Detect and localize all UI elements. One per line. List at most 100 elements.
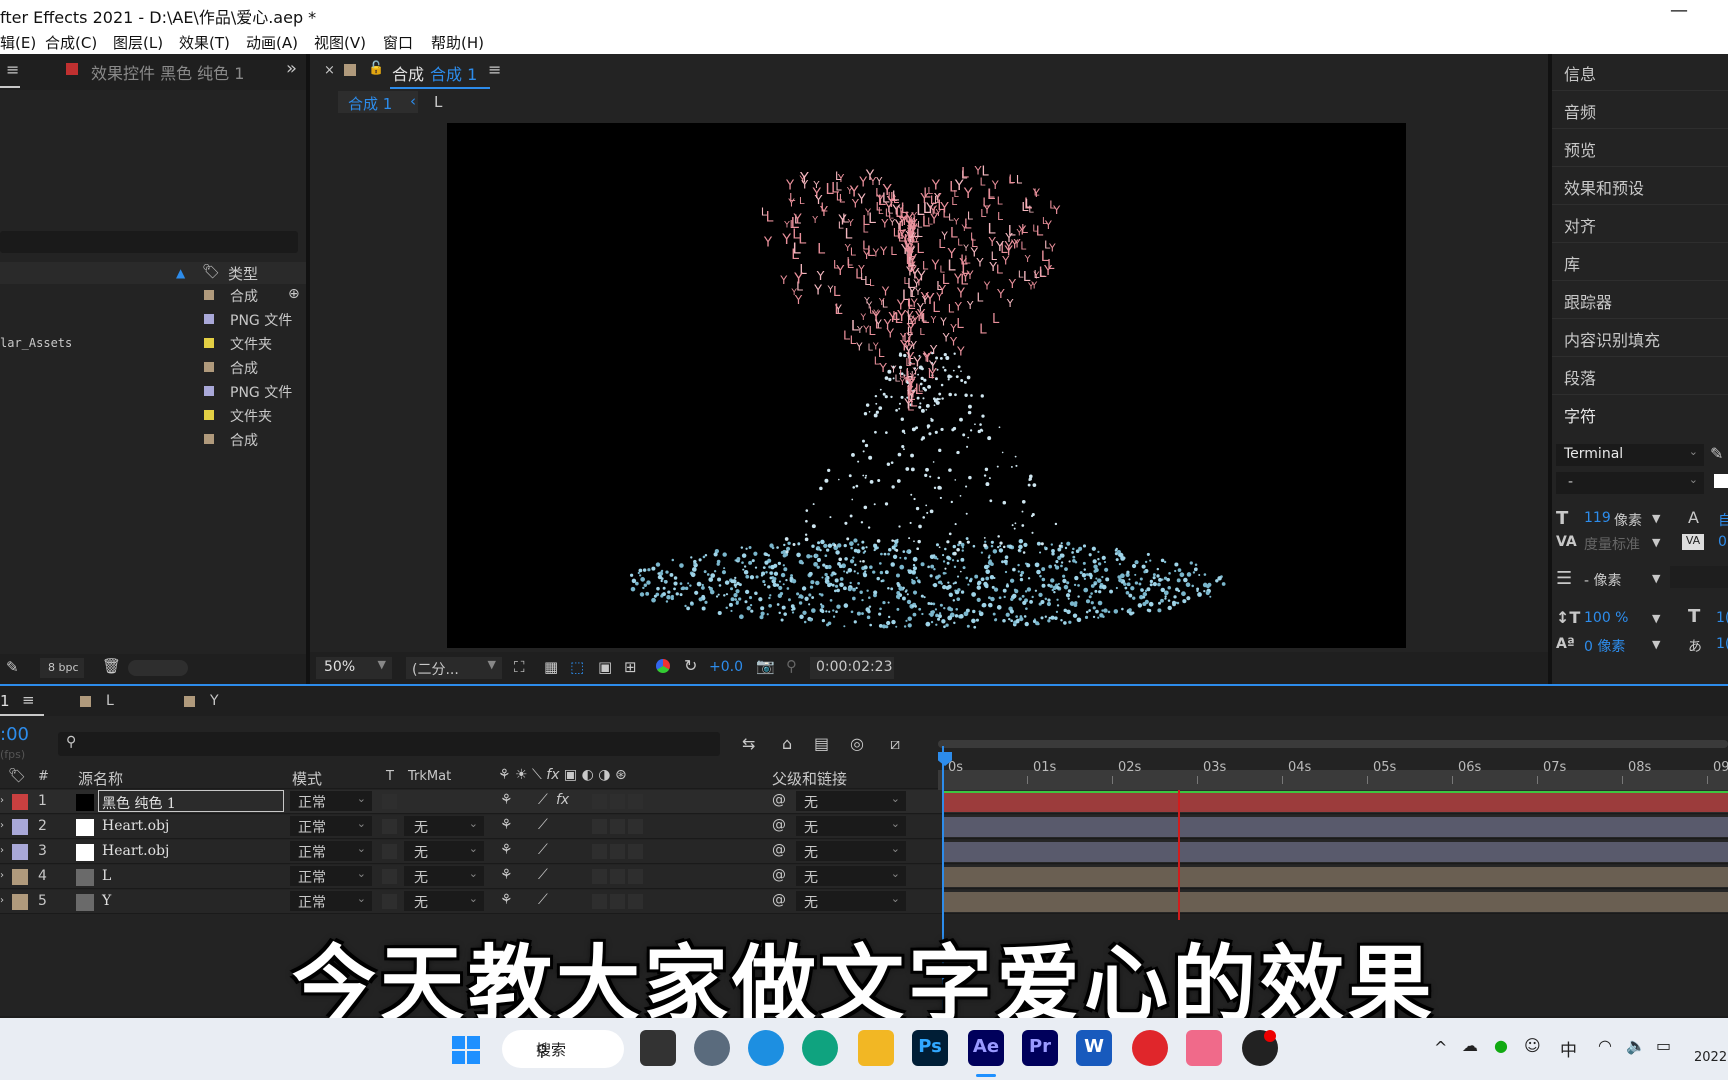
preserve-transparency-checkbox[interactable] — [382, 869, 397, 884]
close-tab-icon[interactable]: × — [324, 63, 335, 78]
composition-mini-flowchart-icon[interactable]: ⇆ — [742, 734, 755, 753]
chevron-down-icon[interactable]: ▼ — [1652, 512, 1660, 525]
chevron-down-icon[interactable]: ▼ — [1652, 572, 1660, 585]
timeline-menu-icon[interactable]: ≡ — [22, 691, 35, 709]
expand-arrow-icon[interactable]: › — [0, 870, 4, 881]
3d-layer-checkbox[interactable] — [628, 844, 643, 859]
layer-duration-bar[interactable] — [944, 867, 1728, 887]
layer-name[interactable]: 黑色 纯色 1 — [102, 793, 176, 813]
project-item[interactable]: 合成 ⊕ — [0, 284, 306, 308]
delete-icon[interactable]: 🗑 — [102, 657, 121, 675]
timeline-tab-l[interactable]: L — [106, 693, 114, 709]
font-family-select[interactable]: Terminal ⌄ — [1556, 444, 1704, 466]
track-matte-select[interactable]: 无 ⌄ — [404, 841, 484, 861]
fx-switch-icon[interactable]: fx — [556, 792, 569, 808]
3d-layer-checkbox[interactable] — [628, 794, 643, 809]
motion-blur-checkbox[interactable] — [592, 894, 607, 909]
timeline-tab-num[interactable]: 1 — [0, 692, 10, 710]
adjustment-layer-checkbox[interactable] — [610, 869, 625, 884]
layer-label-swatch[interactable] — [12, 819, 28, 835]
chevron-down-icon[interactable]: ▼ — [1652, 612, 1660, 625]
blend-mode-select[interactable]: 正常 ⌄ — [290, 891, 372, 911]
resolution-select[interactable]: (二分... ▼ — [406, 657, 502, 679]
file-explorer-icon[interactable] — [858, 1030, 894, 1066]
align-panel-tab[interactable]: 对齐 — [1564, 213, 1596, 237]
parent-select[interactable]: 无 ⌄ — [796, 891, 906, 911]
menu-effect[interactable]: 效果(T) — [179, 32, 230, 53]
breadcrumb-layer[interactable]: L — [434, 93, 442, 111]
ie-browser-icon[interactable] — [748, 1030, 784, 1066]
ime-indicator[interactable]: 中 — [1560, 1036, 1577, 1061]
edge-browser-icon[interactable] — [802, 1030, 838, 1066]
quality-switch-icon[interactable]: ⟋ — [538, 892, 548, 908]
3d-layer-checkbox[interactable] — [628, 819, 643, 834]
label-tag-icon[interactable]: 🏷 — [202, 264, 220, 280]
character-panel-tab[interactable]: 字符 — [1564, 403, 1596, 427]
comp-tab-prefix[interactable]: 合成 — [392, 61, 424, 85]
paragraph-panel-tab[interactable]: 段落 — [1564, 365, 1596, 389]
adjustment-layer-checkbox[interactable] — [610, 844, 625, 859]
label-swatch[interactable] — [204, 362, 214, 372]
stroke-type-select[interactable] — [1670, 566, 1728, 588]
layer-name[interactable]: L — [102, 868, 111, 884]
layer-row[interactable]: › 4 L 正常 ⌄ 无 ⌄ ⚘ ⟋ @ 无 ⌄ — [0, 865, 1728, 889]
hide-shy-layers-icon[interactable]: ▤ — [814, 734, 829, 753]
tracker-panel-tab[interactable]: 跟踪器 — [1564, 289, 1612, 313]
layer-search-input[interactable]: ⚲ — [58, 732, 720, 756]
chevron-up-icon[interactable]: ^ — [1434, 1038, 1447, 1057]
fill-color-swatch[interactable] — [1714, 474, 1728, 488]
project-item[interactable]: PNG 文件 — [0, 308, 306, 332]
bpc-button[interactable]: 8 bpc — [40, 658, 84, 678]
preserve-transparency-checkbox[interactable] — [382, 819, 397, 834]
project-item[interactable]: 合成 — [0, 428, 306, 452]
audio-panel-tab[interactable]: 音频 — [1564, 99, 1596, 123]
source-name-header[interactable]: 源名称 — [78, 768, 123, 789]
preserve-transparency-checkbox[interactable] — [382, 794, 397, 809]
label-swatch[interactable] — [204, 386, 214, 396]
effects-control-tab[interactable]: 效果控件 黑色 纯色 1 — [91, 60, 244, 84]
settings-icon[interactable] — [694, 1030, 730, 1066]
shy-switch-icon[interactable]: ⚘ — [500, 842, 513, 858]
taskbar-search[interactable]: 搜索 — [502, 1030, 624, 1068]
info-panel-tab[interactable]: 信息 — [1564, 61, 1596, 85]
layer-name[interactable]: Heart.obj — [102, 818, 169, 834]
qq-icon[interactable]: ☺ — [1524, 1036, 1541, 1055]
wifi-icon[interactable]: ◠ — [1598, 1036, 1612, 1055]
adjustment-layer-checkbox[interactable] — [610, 794, 625, 809]
blend-mode-select[interactable]: 正常 ⌄ — [290, 791, 372, 811]
label-swatch[interactable] — [204, 410, 214, 420]
3d-layer-checkbox[interactable] — [628, 894, 643, 909]
eyedropper-icon[interactable]: ✎ — [1710, 444, 1723, 463]
interpret-footage-icon[interactable]: ✎ — [6, 658, 19, 676]
label-swatch[interactable] — [204, 314, 214, 324]
windows-start-icon[interactable] — [452, 1036, 480, 1064]
trkmat-header[interactable]: TrkMat — [408, 769, 451, 784]
layer-name[interactable]: Heart.obj — [102, 843, 169, 859]
comp-menu-icon[interactable]: ≡ — [488, 60, 501, 79]
word-icon[interactable]: W — [1076, 1030, 1112, 1066]
preserve-transparency-checkbox[interactable] — [382, 844, 397, 859]
show-snapshot-icon[interactable]: ⚲ — [786, 657, 797, 675]
shy-switch-icon[interactable]: ⚘ — [500, 792, 513, 808]
fast-previews-icon[interactable]: ⛶ — [514, 658, 525, 676]
minimize-button[interactable]: — — [1670, 0, 1688, 21]
transparency-grid-icon[interactable]: ▦ — [544, 658, 558, 676]
parent-select[interactable]: 无 ⌄ — [796, 841, 906, 861]
effects-presets-tab[interactable]: 效果和预设 — [1564, 175, 1644, 199]
grid-guides-icon[interactable]: ⊞ — [624, 658, 637, 676]
project-item[interactable]: lar_Assets 文件夹 — [0, 332, 306, 356]
quality-switch-icon[interactable]: ⟋ — [538, 817, 548, 833]
tsume-value[interactable]: 1( — [1716, 636, 1728, 652]
project-item[interactable]: PNG 文件 — [0, 380, 306, 404]
layer-label-swatch[interactable] — [12, 869, 28, 885]
layer-duration-bar[interactable] — [944, 817, 1728, 837]
project-search-input[interactable] — [0, 231, 298, 253]
timeline-current-time[interactable]: :00 — [0, 724, 29, 745]
frame-blending-icon[interactable]: ◎ — [850, 734, 864, 753]
layer-duration-bar[interactable] — [944, 792, 1728, 812]
font-size-value[interactable]: 119 — [1584, 510, 1611, 526]
layer-row[interactable]: › 1 黑色 纯色 1 正常 ⌄ ⚘ ⟋ fx @ 无 ⌄ — [0, 790, 1728, 814]
content-aware-fill-tab[interactable]: 内容识别填充 — [1564, 327, 1660, 351]
parent-select[interactable]: 无 ⌄ — [796, 866, 906, 886]
menu-window[interactable]: 窗口 — [383, 32, 413, 53]
